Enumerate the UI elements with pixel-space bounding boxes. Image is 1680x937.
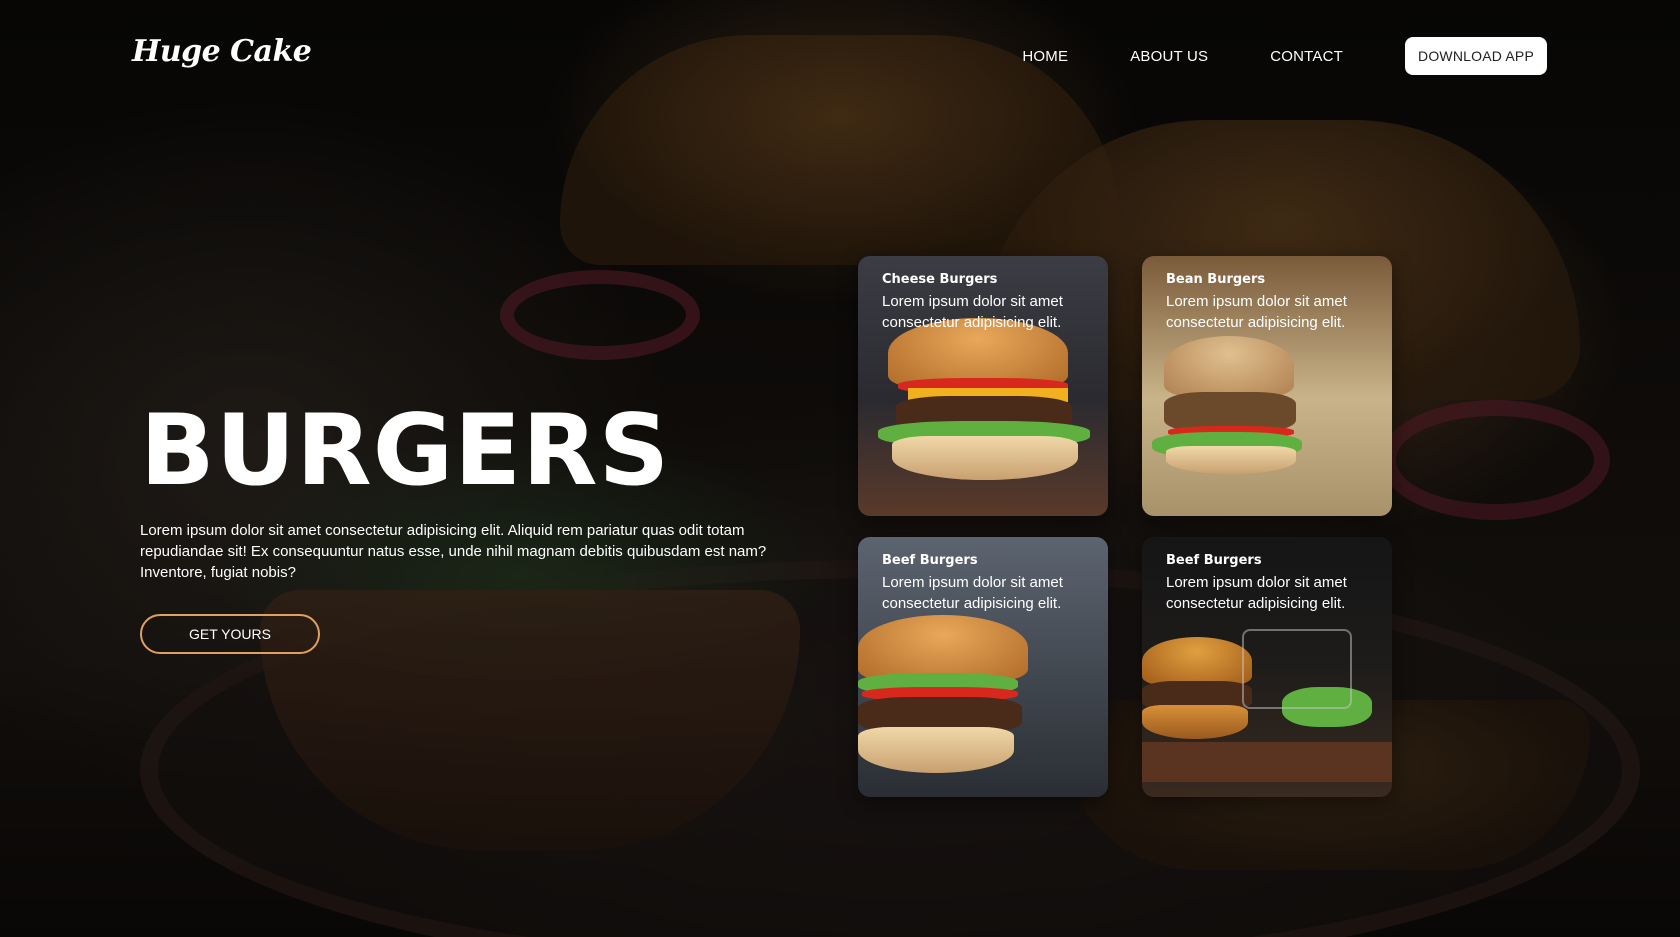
nav-link-home[interactable]: HOME	[1022, 48, 1068, 65]
card-description: Lorem ipsum dolor sit amet consectetur a…	[1166, 293, 1347, 331]
card-info: Beef Burgers Lorem ipsum dolor sit amet …	[882, 553, 1090, 614]
card-title: Bean Burgers	[1166, 272, 1266, 287]
card-description: Lorem ipsum dolor sit amet consectetur a…	[1166, 574, 1347, 612]
product-card-beef-burgers-2[interactable]: Beef Burgers Lorem ipsum dolor sit amet …	[1142, 537, 1392, 797]
card-info: Bean Burgers Lorem ipsum dolor sit amet …	[1166, 272, 1374, 333]
card-description: Lorem ipsum dolor sit amet consectetur a…	[882, 293, 1063, 331]
product-card-bean-burgers[interactable]: Bean Burgers Lorem ipsum dolor sit amet …	[1142, 256, 1392, 516]
card-title: Cheese Burgers	[882, 272, 998, 287]
card-info: Cheese Burgers Lorem ipsum dolor sit ame…	[882, 272, 1090, 333]
card-description: Lorem ipsum dolor sit amet consectetur a…	[882, 574, 1063, 612]
nav-link-contact[interactable]: CONTACT	[1270, 48, 1343, 65]
hero-description: Lorem ipsum dolor sit amet consectetur a…	[140, 522, 767, 581]
card-title: Beef Burgers	[1166, 553, 1262, 568]
main-nav: HOME ABOUT US CONTACT DOWNLOAD APP	[1022, 37, 1547, 75]
card-info: Beef Burgers Lorem ipsum dolor sit amet …	[1166, 553, 1374, 614]
hero-title: BURGERS	[140, 394, 671, 508]
site-header: Huge Cake HOME ABOUT US CONTACT DOWNLOAD…	[0, 0, 1680, 110]
nav-link-about-us[interactable]: ABOUT US	[1130, 48, 1208, 65]
download-app-button[interactable]: DOWNLOAD APP	[1405, 37, 1547, 75]
card-title: Beef Burgers	[882, 553, 978, 568]
site-logo[interactable]: Huge Cake	[132, 34, 312, 69]
product-card-cheese-burgers[interactable]: Cheese Burgers Lorem ipsum dolor sit ame…	[858, 256, 1108, 516]
product-card-beef-burgers[interactable]: Beef Burgers Lorem ipsum dolor sit amet …	[858, 537, 1108, 797]
get-yours-button[interactable]: GET YOURS	[140, 614, 320, 654]
